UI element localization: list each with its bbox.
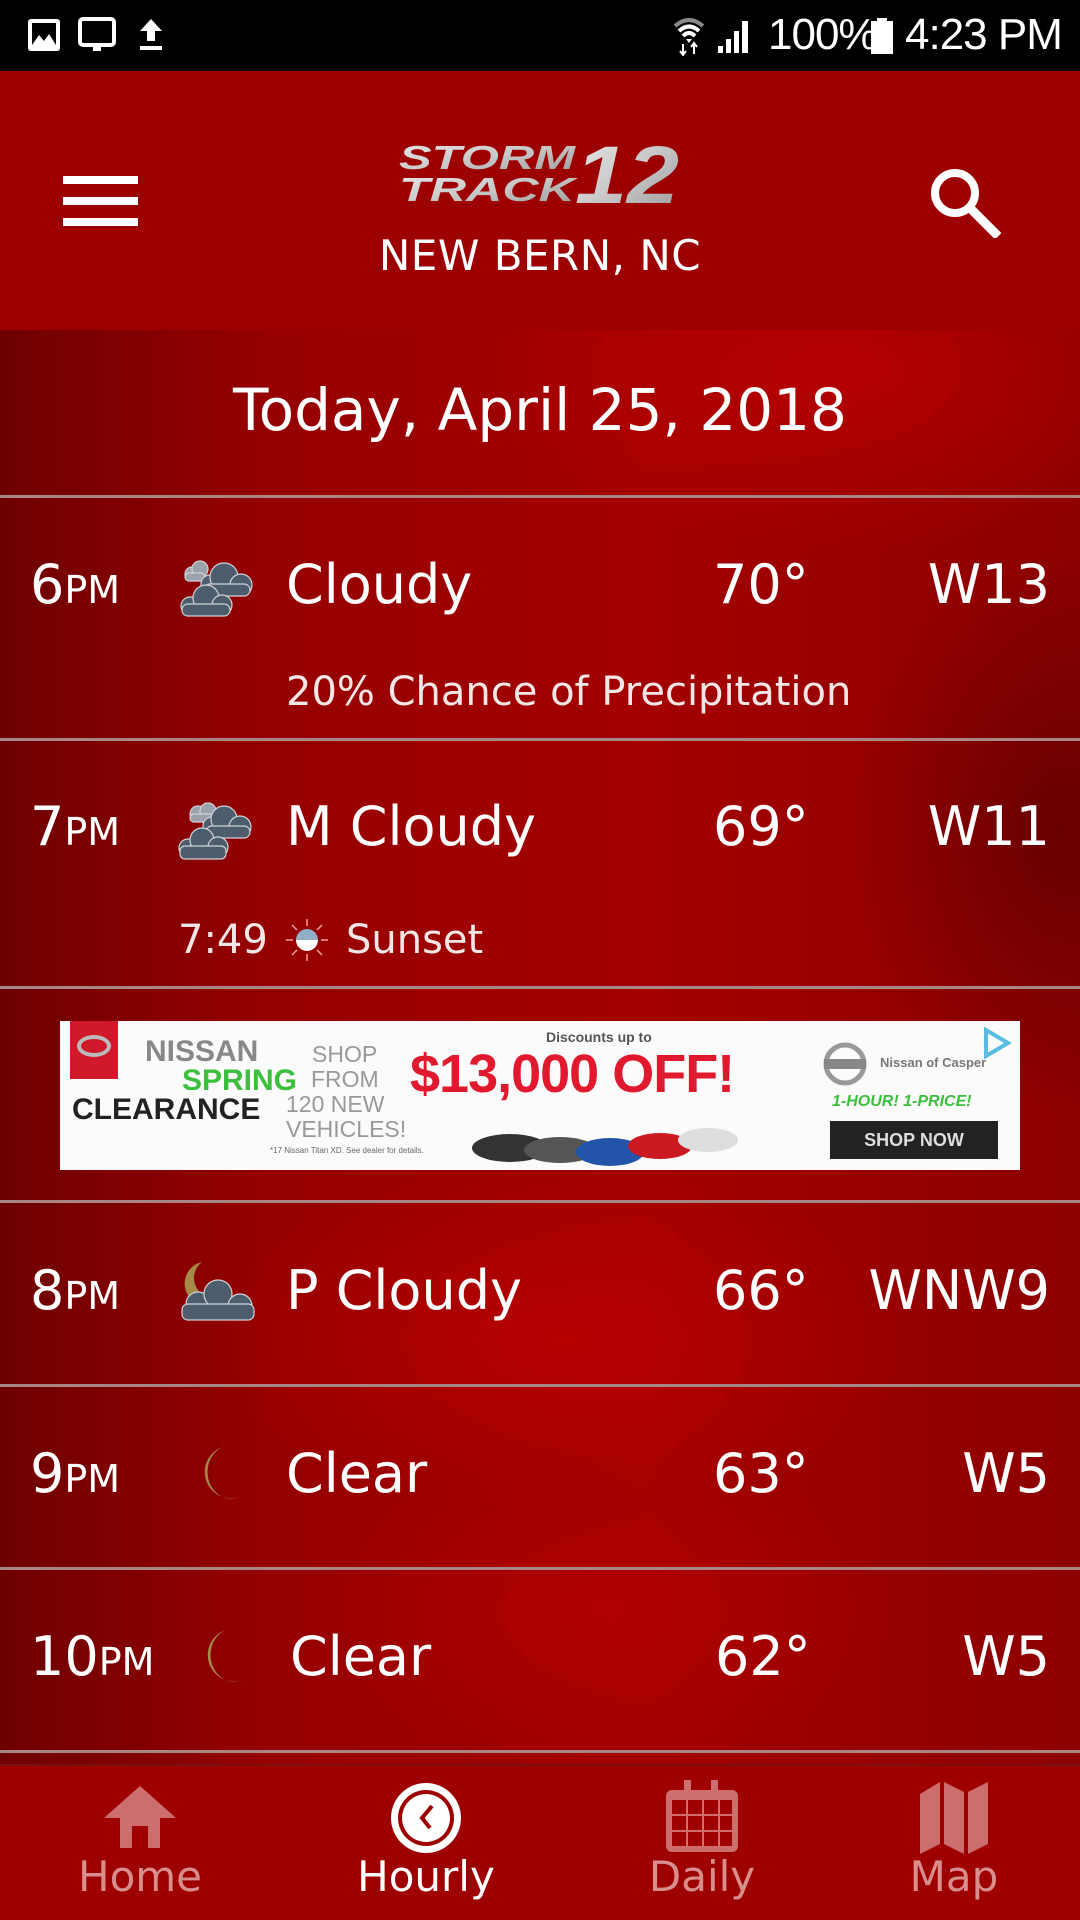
nav-label: Hourly xyxy=(357,1852,495,1901)
condition-label: P Cloudy xyxy=(286,1259,522,1322)
status-bar: 100% 4:23 PM xyxy=(0,0,1080,71)
hour-label: 6PM xyxy=(30,553,120,622)
temperature: 63° xyxy=(713,1442,809,1505)
nav-tab-home[interactable]: Home xyxy=(5,1766,275,1920)
shop-now-button[interactable]: SHOP NOW xyxy=(830,1121,998,1159)
mostly-cloudy-icon xyxy=(178,802,252,860)
temperature: 69° xyxy=(713,795,809,858)
stormtrack12-logo: STORM TRACK 12 xyxy=(399,139,679,207)
nav-label: Home xyxy=(77,1852,203,1901)
map-icon xyxy=(920,1782,988,1854)
bottom-nav: Home Hourly Daily Map xyxy=(0,1766,1080,1920)
clock-time: 4:23 PM xyxy=(905,10,1063,59)
nissan-badge xyxy=(823,1042,867,1086)
ad-fineprint: *17 Nissan Titan XD. See dealer for deta… xyxy=(270,1146,424,1155)
hour-label: 8PM xyxy=(30,1259,120,1328)
cast-screen-icon xyxy=(78,17,116,51)
sunset-label: Sunset xyxy=(346,917,484,963)
gallery-icon xyxy=(28,19,60,51)
moon-icon xyxy=(207,1630,242,1682)
hour-suffix: PM xyxy=(64,1457,121,1501)
signal-icon xyxy=(718,21,748,53)
divider xyxy=(0,738,1080,741)
wind: WNW9 xyxy=(868,1259,1050,1322)
hour-number: 7 xyxy=(30,795,65,858)
hour-number: 8 xyxy=(30,1259,65,1322)
sunset-time: 7:49 xyxy=(178,917,268,963)
divider xyxy=(0,1200,1080,1203)
nav-tab-hourly[interactable]: Hourly xyxy=(291,1766,561,1920)
partly-cloudy-night-icon xyxy=(181,1262,255,1321)
logo-number: 12 xyxy=(575,139,679,207)
hour-label: 9PM xyxy=(30,1442,120,1511)
temperature: 66° xyxy=(713,1259,809,1322)
hour-suffix: PM xyxy=(64,1274,121,1318)
wind: W11 xyxy=(927,795,1050,858)
divider xyxy=(0,986,1080,989)
sunset-icon xyxy=(286,919,328,961)
temperature: 62° xyxy=(715,1625,811,1688)
date-title: Today, April 25, 2018 xyxy=(233,376,847,444)
calendar-icon xyxy=(666,1780,738,1852)
location-city[interactable]: NEW BERN, NC xyxy=(0,231,1080,281)
app-header: STORM TRACK 12 NEW BERN, NC xyxy=(0,71,1080,330)
hour-number: 9 xyxy=(30,1442,65,1505)
wind: W5 xyxy=(962,1625,1050,1688)
condition-label: M Cloudy xyxy=(286,795,536,858)
hour-suffix: PM xyxy=(98,1640,155,1684)
nav-tab-map[interactable]: Map xyxy=(819,1766,1080,1920)
ad-tagline: 1-HOUR! 1-PRICE! xyxy=(832,1093,972,1110)
ad-shop3: 120 NEW xyxy=(286,1091,385,1117)
hour-suffix: PM xyxy=(64,568,121,612)
ad-shop1: SHOP xyxy=(312,1041,378,1067)
hour-label: 7PM xyxy=(30,795,120,864)
hour-number: 6 xyxy=(30,553,65,616)
upload-icon xyxy=(140,19,162,50)
ad-cars-image xyxy=(472,1128,738,1166)
temperature: 70° xyxy=(713,553,809,616)
nissan-logo xyxy=(70,1021,118,1079)
ad-line3: CLEARANCE xyxy=(72,1093,261,1126)
search-icon[interactable] xyxy=(925,163,1005,238)
nav-label: Map xyxy=(909,1852,999,1901)
battery-percent: 100% xyxy=(768,10,878,59)
hour-number: 10 xyxy=(30,1625,99,1688)
moon-icon xyxy=(204,1447,239,1499)
ad-shop2: FROM xyxy=(311,1066,379,1092)
condition-label: Cloudy xyxy=(286,553,473,616)
precipitation-chance: 20% Chance of Precipitation xyxy=(286,669,852,715)
nav-tab-daily[interactable]: Daily xyxy=(567,1766,837,1920)
clock-icon xyxy=(391,1783,461,1853)
ad-shop4: VEHICLES! xyxy=(286,1116,407,1142)
home-icon xyxy=(104,1786,176,1848)
divider xyxy=(0,1567,1080,1570)
divider xyxy=(0,1384,1080,1387)
logo-line2: TRACK xyxy=(399,171,578,207)
condition-label: Clear xyxy=(290,1625,432,1688)
wind: W5 xyxy=(962,1442,1050,1505)
wind: W13 xyxy=(927,553,1050,616)
divider xyxy=(0,1750,1080,1753)
wifi-icon xyxy=(673,18,705,56)
condition-label: Clear xyxy=(286,1442,428,1505)
ad-dealer: Nissan of Casper xyxy=(880,1055,987,1070)
ad-discount: $13,000 OFF! xyxy=(410,1044,735,1104)
adchoices-icon[interactable] xyxy=(980,1027,1012,1059)
hour-suffix: PM xyxy=(64,810,121,854)
divider xyxy=(0,495,1080,498)
battery-icon xyxy=(871,18,893,54)
hour-label: 10PM xyxy=(30,1625,154,1694)
nav-label: Daily xyxy=(648,1852,756,1901)
cloudy-icon xyxy=(180,560,253,617)
hamburger-menu-icon[interactable] xyxy=(63,176,138,226)
ad-banner[interactable]: NISSAN SPRING CLEARANCE SHOP FROM 120 NE… xyxy=(60,1021,1020,1170)
